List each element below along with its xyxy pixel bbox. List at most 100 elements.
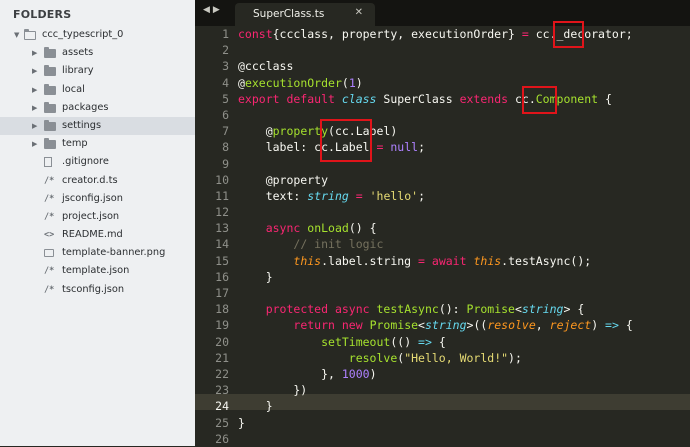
collapse-arrow-icon[interactable]: ▶ [32,81,37,99]
tree-item-tsconfig-json[interactable]: /* tsconfig.json [0,281,195,299]
code-token: }, [238,366,342,381]
code-line[interactable]: @property [238,172,633,188]
code-line[interactable]: @ccclass [238,58,633,74]
nav-right-icon[interactable]: ▶ [213,5,223,15]
tree-item-library[interactable]: ▶ library [0,62,195,80]
code-line[interactable]: resolve("Hello, World!"); [238,350,633,366]
code-token: => [418,334,432,349]
code-token: 1 [348,75,356,90]
tree-item-settings[interactable]: ▶ settings [0,116,195,136]
sidebar: FOLDERS ▼ ccc_typescript_0 ▶ assets ▶ library… [0,0,195,446]
tab-bar: ◀▶ SuperClass.ts ✕ [195,0,690,26]
code-line[interactable]: return new Promise<string>((resolve, rej… [238,317,632,333]
tab-nav: ◀▶ [203,5,223,15]
tree-item-project-json[interactable]: /* project.json [0,208,195,226]
tree-item-gitignore[interactable]: .gitignore [0,153,195,171]
line-number: 24 [215,399,229,414]
code-line[interactable] [238,285,633,301]
code-token: reject [549,318,592,333]
code-line[interactable]: async onLoad() { [238,220,633,236]
tab-superclass[interactable]: SuperClass.ts ✕ [235,3,375,26]
collapse-arrow-icon[interactable]: ▶ [32,62,37,80]
nav-left-icon[interactable]: ◀ [203,5,213,15]
code-token: ) [355,75,363,90]
line-number: 25 [215,415,229,430]
tree-item-temp[interactable]: ▶ temp [0,135,195,153]
line-number: 16 [215,269,229,284]
code-token: async [265,221,301,236]
code-token: extends [459,91,509,106]
code-line[interactable]: }, 1000) [238,366,633,382]
tree-item-label: jsconfig.json [62,192,123,204]
line-number: 2 [222,43,229,58]
code-line[interactable]: // init logic [238,236,633,252]
code-token: executionOrder [244,75,342,90]
code-token: this [293,253,322,268]
code-editor[interactable]: 1 2 3 4 5 6 7 8 9 10 11 12 13 14 15 16 17 18 19 20 21 22 23 24 2… [195,21,690,447]
code-line[interactable] [238,204,633,220]
code-token: > { [563,302,585,317]
tree-item-packages[interactable]: ▶ packages [0,99,195,117]
code-line[interactable]: this.label.string = await this.testAsync… [238,253,633,269]
code-token: }) [238,383,308,398]
folder-icon [44,119,56,131]
tree-item-jsconfig-json[interactable]: /* jsconfig.json [0,190,195,208]
tree-item-ccc-typescript-0[interactable]: ▼ ccc_typescript_0 [0,26,195,44]
tree-item-assets[interactable]: ▶ assets [0,44,195,62]
code-line[interactable]: label: cc.Label = null; [238,139,633,155]
annotation-box-cc-component [522,86,557,114]
code-token: >(( [466,318,488,333]
code-token: 'hello' [369,188,419,203]
line-number: 20 [215,334,229,349]
code-token: (() [390,334,419,349]
code-token: onLoad [307,221,349,236]
tree-item-template-json[interactable]: /* template.json [0,262,195,280]
code-line[interactable]: @executionOrder(1) [238,75,633,91]
code-line[interactable]: } [238,415,633,431]
code-token: @property [238,172,329,187]
tree-item-local[interactable]: ▶ local [0,81,195,99]
collapse-arrow-icon[interactable]: ▶ [32,44,37,62]
code-token: ( [341,75,349,90]
code-line[interactable]: } [238,269,633,285]
folder-open-icon [23,28,36,40]
code-line[interactable]: setTimeout(() => { [238,334,633,350]
code-line[interactable] [238,431,633,447]
file-icon [44,157,52,168]
code-file-icon: /* [44,193,55,204]
tree-item-template-banner-png[interactable]: template-banner.png [0,244,195,262]
tree-item-readme-md[interactable]: <> README.md [0,226,195,244]
code-line[interactable]: text: string = 'hello'; [238,188,633,204]
tab-title: SuperClass.ts [253,8,325,20]
expand-arrow-icon[interactable]: ▼ [14,26,19,44]
code-line[interactable]: protected async testAsync(): Promise<str… [238,301,633,317]
collapse-arrow-icon[interactable]: ▶ [32,117,37,135]
line-number: 12 [215,205,229,220]
line-number: 23 [215,383,229,398]
collapse-arrow-icon[interactable]: ▶ [32,135,37,153]
close-icon[interactable]: ✕ [355,7,363,18]
line-number: 15 [215,253,229,268]
code-line[interactable]: export default class SuperClass extends … [238,91,633,107]
line-number: 21 [215,350,229,365]
code-area[interactable]: const{ccclass, property, executionOrder}… [238,26,633,447]
code-token: { [431,334,446,349]
line-number-gutter: 1 2 3 4 5 6 7 8 9 10 11 12 13 14 15 16 17 18 19 20 21 22 23 24 2… [195,26,229,447]
collapse-arrow-icon[interactable]: ▶ [32,99,37,117]
code-token: = [355,188,363,203]
code-token: class [341,91,377,106]
code-line[interactable]: } [238,398,633,414]
tree-item-creator-d-ts[interactable]: /* creator.d.ts [0,172,195,190]
code-token: export default [238,91,342,106]
code-line[interactable] [238,156,633,172]
line-number: 1 [222,27,229,41]
code-line[interactable]: }) [238,382,633,398]
code-line[interactable] [238,107,633,123]
tree-item-label: template.json [62,265,130,277]
code-line[interactable]: @property(cc.Label) [238,123,633,139]
line-number: 26 [215,431,229,446]
code-token: const [238,27,273,41]
